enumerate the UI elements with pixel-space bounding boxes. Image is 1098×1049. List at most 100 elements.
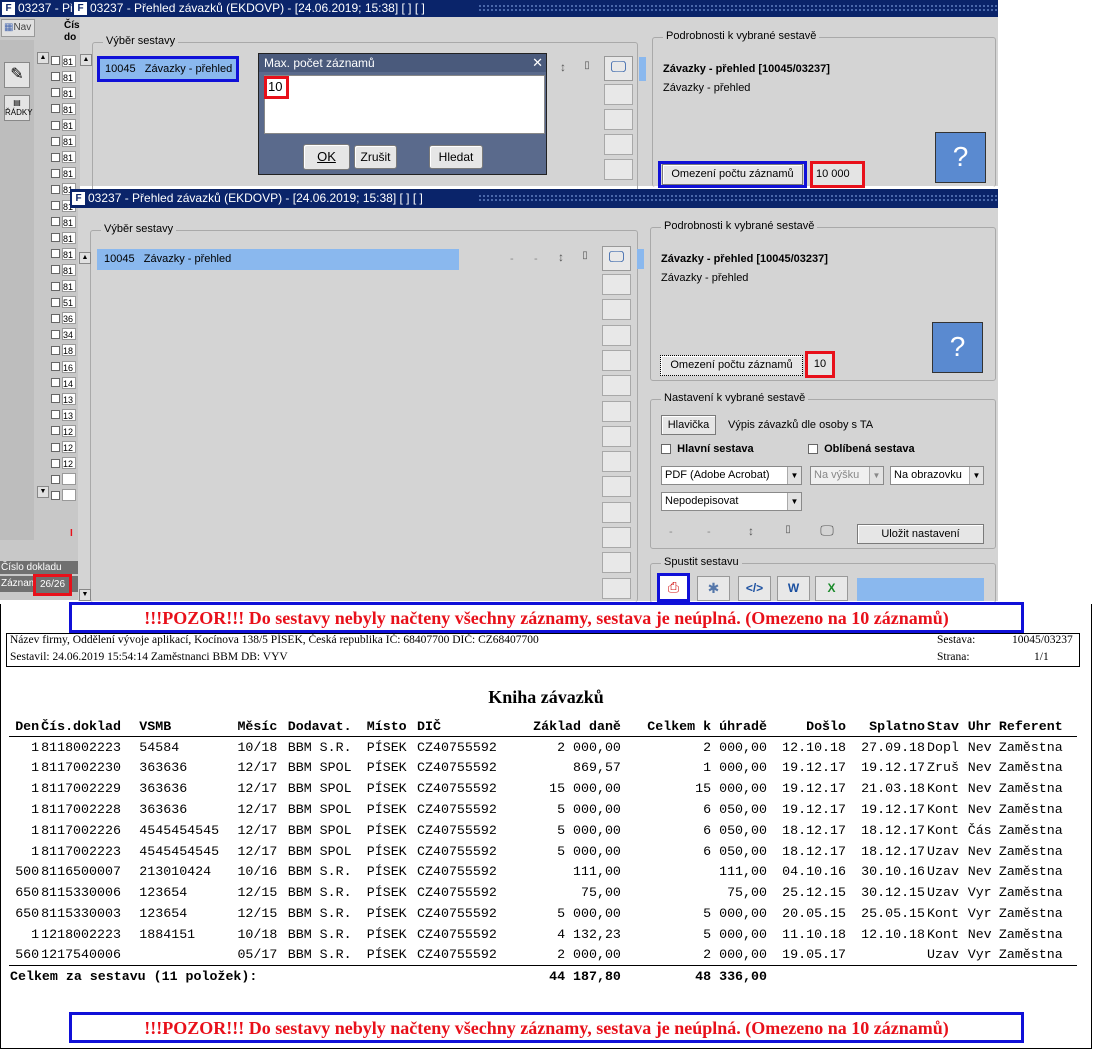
background-list-item[interactable]: 14	[51, 376, 80, 390]
run-pdf-button[interactable]: ⎙	[657, 573, 690, 602]
background-list-checkbox[interactable]	[51, 362, 60, 372]
dialog-zrusit-button[interactable]: Zrušit	[354, 145, 397, 169]
window2-slot[interactable]	[602, 400, 631, 422]
window2-slot[interactable]	[602, 451, 631, 473]
pdf-small-icon[interactable]: ▯	[577, 250, 593, 261]
sort-icon[interactable]: ↕	[743, 524, 759, 538]
dialog-hledat-button[interactable]: Hledat	[429, 145, 483, 169]
background-list-checkbox[interactable]	[51, 56, 60, 66]
background-list-checkbox[interactable]	[51, 410, 60, 420]
background-list-checkbox[interactable]	[51, 168, 60, 178]
background-list-item[interactable]: 81	[51, 102, 80, 116]
dialog-ok-button[interactable]: OK	[303, 144, 350, 170]
nav-tab[interactable]: ▦Nav	[1, 19, 35, 37]
window1-slot[interactable]	[604, 159, 633, 180]
background-list-checkbox[interactable]	[51, 458, 60, 468]
run-excel-button[interactable]: X	[815, 576, 848, 601]
monitor-button[interactable]: 🖵	[604, 56, 633, 81]
monitor-icon[interactable]: 🖵	[818, 522, 836, 539]
background-list-checkbox[interactable]	[51, 426, 60, 436]
window2-omezeni-value[interactable]: 10	[808, 354, 832, 375]
background-list-item[interactable]: 36	[51, 312, 80, 326]
background-list-item[interactable]: 81	[51, 54, 80, 68]
format-select[interactable]: PDF (Adobe Acrobat) ▼	[661, 466, 802, 485]
background-list-item[interactable]: 12	[51, 424, 80, 438]
window1-slot[interactable]	[604, 134, 633, 155]
background-list-checkbox[interactable]	[51, 233, 60, 243]
background-list-checkbox[interactable]	[51, 249, 60, 259]
dialog-value[interactable]: 10	[268, 79, 282, 94]
background-list-checkbox[interactable]	[51, 217, 60, 227]
background-list-item[interactable]: 81	[51, 70, 80, 84]
hlavni-checkbox-box[interactable]	[661, 444, 671, 455]
scroll-down-button[interactable]: ▼	[37, 486, 49, 498]
background-list-checkbox[interactable]	[51, 136, 60, 146]
window1-omezeni-value[interactable]: 10 000	[813, 164, 862, 185]
oblibena-sestava-checkbox[interactable]: Oblíbená sestava	[808, 443, 915, 455]
background-list-item[interactable]	[51, 473, 80, 487]
background-list-checkbox[interactable]	[51, 329, 60, 339]
background-list-checkbox[interactable]	[51, 201, 60, 211]
oblibena-checkbox-box[interactable]	[808, 444, 818, 455]
background-list-item[interactable]: 81	[51, 167, 80, 181]
background-list-checkbox[interactable]	[51, 281, 60, 291]
background-list-item[interactable]: 81	[51, 135, 80, 149]
output-select[interactable]: Na obrazovku ▼	[890, 466, 984, 485]
background-list-checkbox[interactable]	[51, 265, 60, 275]
background-list-checkbox[interactable]	[51, 297, 60, 307]
pdf-small-icon[interactable]: ▯	[579, 60, 595, 71]
run-x-button[interactable]: ✱	[697, 576, 730, 601]
help-printer-icon[interactable]: ?	[935, 132, 986, 183]
run-html-button[interactable]: </>	[738, 576, 771, 601]
background-list-checkbox[interactable]	[51, 378, 60, 388]
background-list-item[interactable]: 13	[51, 408, 80, 422]
background-list-item[interactable]: 34	[51, 328, 80, 342]
background-list-item[interactable]: 81	[51, 247, 80, 261]
background-list-checkbox[interactable]	[51, 442, 60, 452]
background-list-item[interactable]: 81	[51, 151, 80, 165]
window2-slot[interactable]	[602, 349, 631, 371]
sort-icon[interactable]: ↕	[555, 60, 571, 74]
background-list-item[interactable]: 81	[51, 118, 80, 132]
window2-scroll-down[interactable]: ▼	[79, 589, 91, 601]
background-list-checkbox[interactable]	[51, 72, 60, 82]
monitor-button[interactable]: 🖵	[602, 246, 631, 271]
background-list-checkbox[interactable]	[51, 474, 60, 484]
dialog-input-area[interactable]	[264, 75, 545, 134]
background-list-item[interactable]: 81	[51, 263, 80, 277]
background-list-checkbox[interactable]	[51, 394, 60, 404]
background-list-item[interactable]: 12	[51, 440, 80, 454]
background-list-item[interactable]: 16	[51, 360, 80, 374]
sign-select[interactable]: Nepodepisovat ▼	[661, 492, 802, 511]
background-list-item[interactable]: 81	[51, 231, 80, 245]
window2-slot[interactable]	[602, 425, 631, 447]
background-list-checkbox[interactable]	[51, 152, 60, 162]
background-list-checkbox[interactable]	[51, 345, 60, 355]
window2-slot[interactable]	[602, 552, 631, 574]
run-bar[interactable]	[857, 578, 984, 601]
background-list-item[interactable]: 51	[51, 296, 80, 310]
scroll-up-button[interactable]: ▲	[37, 52, 49, 64]
background-list-checkbox[interactable]	[51, 88, 60, 98]
window2-slot[interactable]	[602, 324, 631, 346]
help-printer-icon[interactable]: ?	[932, 322, 983, 373]
edit-tool-icon[interactable]: ✎	[4, 62, 30, 88]
window2-slot[interactable]	[602, 274, 631, 295]
window2-slot[interactable]	[602, 501, 631, 523]
window2-slot[interactable]	[602, 476, 631, 498]
background-list-checkbox[interactable]	[51, 184, 60, 194]
dialog-close-icon[interactable]: ✕	[532, 54, 543, 72]
window1-scroll-up[interactable]: ▲	[80, 54, 92, 66]
background-list-checkbox[interactable]	[51, 313, 60, 323]
window1-report-row[interactable]: 10045 Závazky - přehled	[97, 56, 239, 82]
order-tool-icon[interactable]: ▤ ŘÁDKY	[4, 95, 33, 121]
window1-slot[interactable]	[604, 84, 633, 105]
window2-scroll-up[interactable]: ▲	[79, 252, 91, 264]
background-list-item[interactable]: 12	[51, 457, 80, 471]
background-list-item[interactable]: 13	[51, 392, 80, 406]
background-list-checkbox[interactable]	[51, 490, 60, 500]
sort-icon[interactable]: ↕	[553, 250, 569, 264]
hlavni-sestava-checkbox[interactable]: Hlavní sestava	[661, 443, 754, 455]
background-list-checkbox[interactable]	[51, 104, 60, 114]
background-list-item[interactable]: 81	[51, 215, 80, 229]
